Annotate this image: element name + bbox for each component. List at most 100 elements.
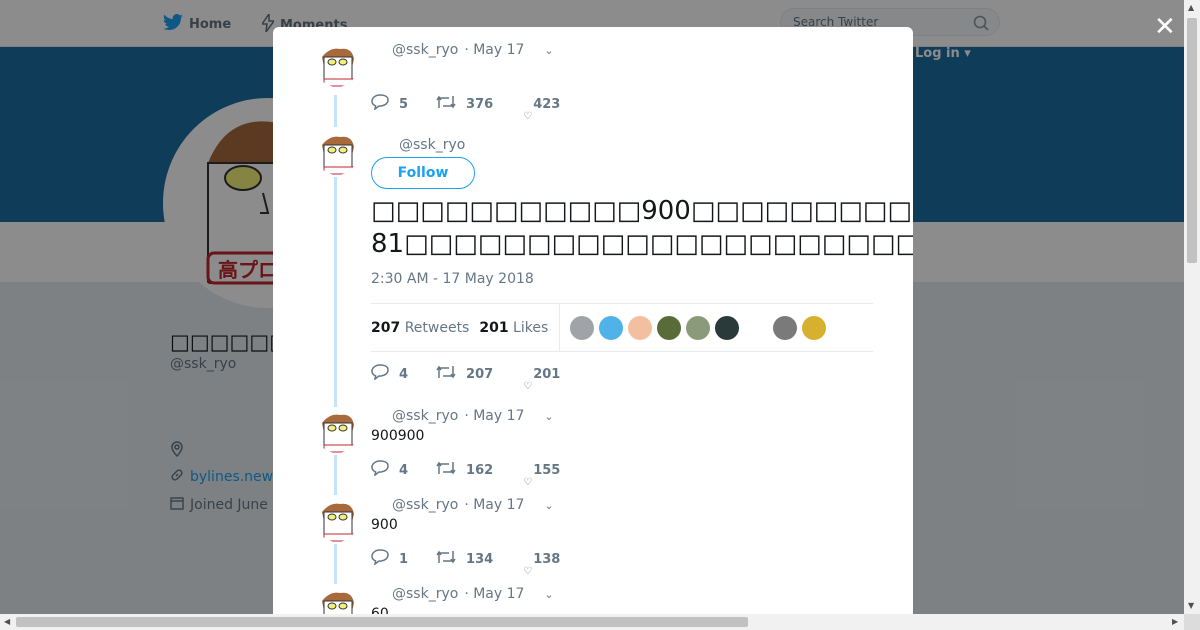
tweet-handle[interactable]: @ssk_ryo: [392, 586, 458, 602]
tweet-text: □□□□□□□□□□□900□□□□□□□□□□□□□900□□□□□□□□□□…: [371, 195, 913, 261]
reply-icon: [371, 549, 389, 569]
heart-icon: ♡: [523, 110, 533, 122]
avatar[interactable]: [316, 411, 358, 453]
likes-count: 201: [479, 319, 509, 336]
reply-button[interactable]: 4: [371, 460, 408, 480]
likes-label: Likes: [513, 319, 549, 336]
tweet-handle[interactable]: @ssk_ryo: [399, 137, 465, 153]
tweet-header: @ssk_ryo · May 17 ⌄: [392, 408, 554, 424]
scroll-right-icon[interactable]: ▶: [1172, 617, 1178, 626]
tweet-handle[interactable]: @ssk_ryo: [392, 42, 458, 58]
tweet-actions: 1 134 138 ♡: [371, 549, 561, 577]
tweet-text: 900900: [371, 428, 425, 444]
reply-count: 1: [399, 551, 409, 567]
like-count: 138: [533, 551, 561, 567]
scrollbar-thumb[interactable]: [1187, 18, 1197, 263]
likes-stat[interactable]: 201 Likes: [479, 320, 548, 336]
retweet-icon: [436, 550, 456, 568]
tweet-thread-modal: @ssk_ryo · May 17 ⌄ 5 376 423 ♡ @ssk_ryo …: [273, 27, 913, 614]
reply-icon: [371, 364, 389, 384]
heart-icon: ♡: [523, 565, 533, 577]
liker-avatar[interactable]: [599, 315, 624, 340]
liker-avatar[interactable]: [628, 315, 653, 340]
heart-icon: ♡: [523, 476, 533, 488]
chevron-down-icon[interactable]: ⌄: [544, 588, 553, 601]
chevron-down-icon[interactable]: ⌄: [544, 410, 553, 423]
avatar[interactable]: [316, 133, 358, 175]
retweets-count: 207: [371, 319, 401, 336]
tweet-handle[interactable]: @ssk_ryo: [392, 408, 458, 424]
avatar[interactable]: [316, 589, 358, 614]
tweet-actions: 4 162 155 ♡: [371, 460, 561, 488]
liker-avatar[interactable]: [715, 315, 740, 340]
retweets-label: Retweets: [404, 319, 470, 336]
tweet-header: @ssk_ryo · May 17 ⌄: [392, 42, 554, 58]
tweet-text-line: □□□□□□□□□□□900□□□□□□□□□□□□□900□□□□□□□□□□…: [371, 196, 913, 226]
chevron-down-icon[interactable]: ⌄: [544, 44, 553, 57]
retweet-icon: [436, 461, 456, 479]
tweet-header: @ssk_ryo · May 17 ⌄: [392, 497, 554, 513]
reply-count: 4: [399, 366, 409, 382]
tweet-handle[interactable]: @ssk_ryo: [392, 497, 458, 513]
scroll-up-icon[interactable]: ▲: [1188, 3, 1194, 12]
heart-icon: ♡: [523, 380, 533, 392]
retweet-count: 207: [466, 366, 494, 382]
avatar[interactable]: [316, 45, 358, 87]
reply-count: 5: [399, 96, 409, 112]
divider: [559, 304, 561, 351]
reply-button[interactable]: 1: [371, 549, 408, 569]
liker-avatar[interactable]: [744, 315, 769, 340]
retweet-icon: [436, 365, 456, 383]
tweet-header: @ssk_ryo: [399, 137, 465, 153]
vertical-scrollbar[interactable]: ▲ ▼: [1184, 0, 1200, 614]
tweet-actions: 5 376 423 ♡: [371, 94, 561, 122]
follow-button[interactable]: Follow: [371, 157, 475, 189]
tweet-date[interactable]: · May 17: [464, 497, 524, 513]
tweet-text-line: 81□□□□□□□□□□□□□□□□□□□□□□□□□□□□□□□□□□□□□□…: [371, 229, 913, 259]
tweet-date[interactable]: · May 17: [464, 586, 524, 602]
reply-icon: [371, 460, 389, 480]
liker-avatar[interactable]: [570, 315, 595, 340]
thread-line: [334, 455, 337, 495]
retweet-button[interactable]: 134: [436, 550, 493, 568]
like-button[interactable]: 423 ♡: [523, 96, 561, 122]
like-count: 423: [533, 96, 561, 112]
reply-button[interactable]: 4: [371, 364, 408, 384]
liker-avatars: [570, 315, 827, 340]
tweet-stats: 207 Retweets 201 Likes: [371, 303, 873, 352]
reply-icon: [371, 94, 389, 114]
like-button[interactable]: 201 ♡: [523, 367, 560, 392]
avatar[interactable]: [316, 500, 358, 542]
scroll-down-icon[interactable]: ▼: [1188, 601, 1194, 610]
thread-line: [334, 177, 337, 407]
liker-avatar[interactable]: [773, 315, 798, 340]
reply-button[interactable]: 5: [371, 94, 408, 114]
tweet-timestamp[interactable]: 2:30 AM - 17 May 2018: [371, 271, 534, 287]
thread-line: [334, 544, 337, 584]
liker-avatar[interactable]: [802, 315, 827, 340]
retweets-stat[interactable]: 207 Retweets: [371, 320, 469, 336]
scrollbar-corner: [1184, 614, 1200, 630]
scroll-left-icon[interactable]: ◀: [4, 617, 10, 626]
like-button[interactable]: 155 ♡: [523, 462, 561, 488]
retweet-button[interactable]: 162: [436, 461, 493, 479]
tweet-text: 60: [371, 606, 389, 614]
retweet-icon: [436, 95, 456, 113]
liker-avatar[interactable]: [686, 315, 711, 340]
scrollbar-thumb[interactable]: [16, 617, 748, 627]
retweet-button[interactable]: 376: [436, 95, 493, 113]
tweet-text: 900: [371, 517, 398, 533]
horizontal-scrollbar[interactable]: ◀ ▶: [0, 614, 1184, 630]
like-count: 155: [533, 462, 561, 478]
liker-avatar[interactable]: [657, 315, 682, 340]
tweet-date[interactable]: · May 17: [464, 42, 524, 58]
like-button[interactable]: 138 ♡: [523, 551, 561, 577]
retweet-button[interactable]: 207: [436, 365, 493, 383]
close-icon[interactable]: ✕: [1154, 12, 1176, 42]
retweet-count: 376: [466, 96, 494, 112]
retweet-count: 134: [466, 551, 494, 567]
tweet-actions: 4 207 201 ♡: [371, 364, 560, 392]
thread-line: [334, 95, 337, 127]
tweet-date[interactable]: · May 17: [464, 408, 524, 424]
chevron-down-icon[interactable]: ⌄: [544, 499, 553, 512]
